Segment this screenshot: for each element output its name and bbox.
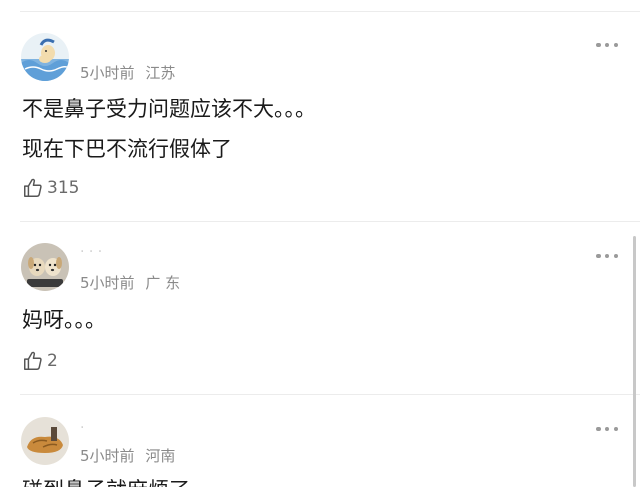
user-avatar[interactable] bbox=[21, 243, 69, 291]
comment-location: 江苏 bbox=[145, 64, 176, 82]
comment-meta: 5小时前 河南 bbox=[80, 445, 175, 466]
thumbs-up-icon bbox=[24, 178, 42, 197]
user-avatar[interactable] bbox=[21, 33, 69, 81]
scrollbar[interactable] bbox=[633, 236, 636, 487]
comment-meta: 5小时前 江苏 bbox=[80, 62, 175, 83]
comment-text-line: 妈呀。。。 bbox=[22, 308, 106, 332]
divider bbox=[20, 221, 640, 222]
comment-text-line: 碰到鼻子就麻烦了 bbox=[22, 470, 190, 487]
more-dots-icon[interactable] bbox=[596, 40, 618, 50]
like-count: 315 bbox=[47, 178, 80, 198]
like-button[interactable]: 2 bbox=[22, 348, 58, 374]
thumbs-up-icon bbox=[24, 351, 42, 370]
divider bbox=[20, 394, 640, 395]
comment-location: 河南 bbox=[145, 447, 176, 465]
comment-time: 5小时前 bbox=[80, 447, 135, 465]
comment-time: 5小时前 bbox=[80, 274, 135, 292]
bread-avatar bbox=[21, 417, 69, 465]
comment-list-screen: 5小时前 江苏 不是鼻子受力问题应该不大。。。 现在下巴不流行假体了 315 ·… bbox=[0, 0, 640, 487]
comment-location: 广 东 bbox=[145, 274, 181, 292]
comment-meta: 5小时前 广 东 bbox=[80, 272, 180, 293]
user-avatar[interactable] bbox=[21, 417, 69, 465]
more-dots-icon[interactable] bbox=[596, 251, 618, 261]
comment-text-line: 现在下巴不流行假体了 bbox=[22, 137, 232, 161]
divider bbox=[20, 11, 640, 12]
username[interactable]: · · · bbox=[80, 244, 102, 260]
username[interactable]: · bbox=[80, 420, 84, 436]
comment-text-line: 不是鼻子受力问题应该不大。。。 bbox=[22, 97, 316, 121]
comment-time: 5小时前 bbox=[80, 64, 135, 82]
more-dots-icon[interactable] bbox=[596, 424, 618, 434]
like-count: 2 bbox=[47, 351, 58, 371]
two-puppies-avatar bbox=[21, 243, 69, 291]
like-button[interactable]: 315 bbox=[22, 175, 79, 201]
surfing-dog-avatar bbox=[21, 33, 69, 81]
